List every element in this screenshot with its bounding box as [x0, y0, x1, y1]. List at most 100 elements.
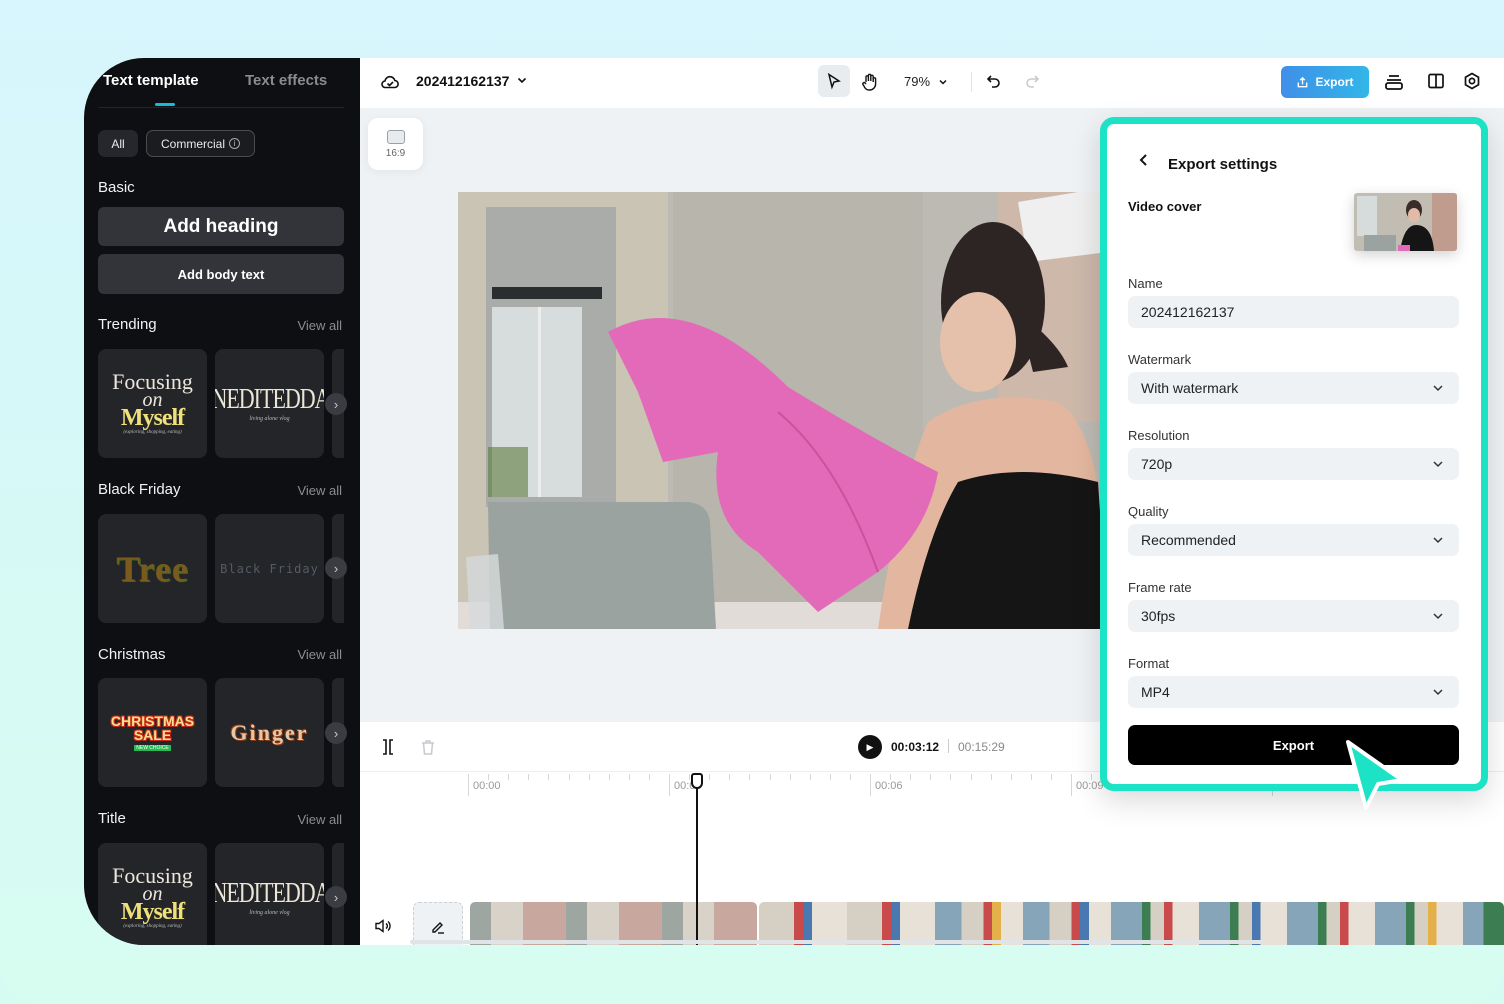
filter-commercial[interactable]: Commercial i — [146, 130, 255, 157]
template-card-tree[interactable]: Tree — [98, 514, 207, 623]
name-label: Name — [1128, 276, 1163, 291]
project-name[interactable]: 202412162137 — [416, 73, 509, 89]
project-menu-chevron-icon[interactable] — [516, 74, 528, 86]
name-value: 202412162137 — [1141, 304, 1235, 320]
edit-cover-button[interactable] — [413, 902, 463, 945]
settings-button[interactable] — [1462, 71, 1482, 91]
tab-text-template[interactable]: Text template — [103, 72, 199, 89]
video-frame-image — [458, 192, 1108, 629]
redo-icon — [1026, 75, 1040, 88]
section-black-friday-title: Black Friday — [98, 481, 181, 498]
speaker-icon — [375, 919, 391, 933]
split-button[interactable] — [380, 738, 396, 756]
ruler-minor-tick — [548, 774, 550, 780]
info-icon[interactable]: i — [229, 138, 240, 149]
filter-all[interactable]: All — [98, 130, 138, 157]
template-card-black-friday[interactable]: Black Friday — [215, 514, 324, 623]
name-input[interactable]: 202412162137 — [1128, 296, 1459, 328]
select-tool-button[interactable] — [818, 65, 850, 97]
playhead[interactable] — [696, 782, 698, 945]
timeline-scrollbar[interactable] — [410, 940, 1266, 944]
split-panel-icon — [1428, 73, 1444, 89]
trending-view-all[interactable]: View all — [297, 318, 342, 333]
chevron-right-icon: › — [333, 560, 339, 576]
current-time: 00:03:12 — [891, 740, 940, 754]
clip-frame — [847, 902, 935, 945]
export-top-label: Export — [1315, 75, 1354, 89]
video-preview[interactable] — [458, 192, 1108, 629]
mute-audio-button[interactable] — [374, 918, 392, 939]
quality-select[interactable]: Recommended — [1128, 524, 1459, 556]
video-clip-2[interactable] — [759, 902, 1504, 945]
ruler-label: 00:00 — [473, 780, 501, 792]
template-card-focusing[interactable]: Focusing on Myself (exploring, shopping,… — [98, 349, 207, 458]
black-friday-view-all[interactable]: View all — [297, 483, 342, 498]
export-top-button[interactable]: Export — [1281, 66, 1369, 98]
chevron-right-icon: › — [333, 725, 339, 741]
template-card-unedited[interactable]: UNEDITEDDAY living alone vlog — [215, 349, 324, 458]
hand-tool-button[interactable] — [858, 70, 882, 94]
export-settings-panel: Export settings Video cover Name 20241216… — [1100, 117, 1488, 791]
redo-button[interactable] — [1022, 72, 1042, 92]
scroll-right-button[interactable]: › — [325, 557, 347, 579]
title-view-all[interactable]: View all — [297, 812, 342, 827]
watermark-value: With watermark — [1141, 380, 1239, 396]
quality-label: Quality — [1128, 504, 1169, 519]
zoom-chevron-icon[interactable] — [938, 77, 948, 87]
christmas-view-all[interactable]: View all — [297, 647, 342, 662]
template-card-unedited[interactable]: UNEDITEDDAY living alone vlog — [215, 843, 324, 945]
scroll-right-button[interactable]: › — [325, 722, 347, 744]
frame-rate-select[interactable]: 30fps — [1128, 600, 1459, 632]
zoom-level-dropdown[interactable]: 79% — [904, 74, 930, 89]
clip-frame — [1375, 902, 1463, 945]
top-toolbar: 202412162137 79% Export — [360, 58, 1504, 108]
filter-commercial-label: Commercial — [160, 136, 225, 151]
video-cover-label: Video cover — [1128, 199, 1202, 214]
pointer-icon — [827, 72, 841, 90]
ruler-minor-tick — [950, 774, 952, 780]
scroll-right-button[interactable]: › — [325, 393, 347, 415]
clip-frame — [470, 902, 566, 945]
ruler-minor-tick — [930, 774, 932, 780]
play-button[interactable]: ▶ — [858, 735, 882, 759]
watermark-select[interactable]: With watermark — [1128, 372, 1459, 404]
clip-frame — [935, 902, 1023, 945]
tab-text-effects[interactable]: Text effects — [245, 72, 327, 89]
active-tab-indicator — [155, 103, 175, 106]
card-text: Ginger — [230, 719, 309, 745]
ruler-minor-tick — [910, 774, 912, 780]
format-select[interactable]: MP4 — [1128, 676, 1459, 708]
aspect-ratio-button[interactable]: 16:9 — [368, 118, 423, 170]
cloud-saved-icon — [380, 72, 400, 92]
clip-frame — [662, 902, 757, 945]
section-trending-title: Trending — [98, 316, 157, 333]
resolution-value: 720p — [1141, 456, 1173, 472]
play-icon: ▶ — [866, 741, 874, 752]
pencil-icon — [432, 921, 444, 934]
clip-frame — [1287, 902, 1375, 945]
watermark-label: Watermark — [1128, 352, 1192, 367]
template-card-focusing[interactable]: Focusing on Myself (exploring, shopping,… — [98, 843, 207, 945]
video-clip-1[interactable] — [470, 902, 757, 945]
add-body-text-button[interactable]: Add body text — [98, 254, 344, 294]
mouse-cursor-icon — [1340, 736, 1410, 821]
layers-button[interactable] — [1383, 71, 1405, 93]
resolution-select[interactable]: 720p — [1128, 448, 1459, 480]
filter-all-label: All — [111, 136, 125, 151]
template-card-christmas-sale[interactable]: CHRISTMAS SALE NEW CHOICE — [98, 678, 207, 787]
ruler-minor-tick — [689, 774, 691, 780]
ruler-minor-tick — [890, 774, 892, 780]
clip-frame — [566, 902, 662, 945]
scroll-right-button[interactable]: › — [325, 886, 347, 908]
ruler-minor-tick — [809, 774, 811, 780]
delete-button[interactable] — [420, 738, 436, 756]
video-cover-thumbnail[interactable] — [1354, 193, 1457, 251]
template-card-ginger[interactable]: Ginger — [215, 678, 324, 787]
add-heading-button[interactable]: Add heading — [98, 207, 344, 246]
playhead-handle[interactable] — [691, 773, 703, 789]
aspect-ratio-icon — [386, 129, 405, 144]
undo-button[interactable] — [984, 72, 1004, 92]
panel-layout-button[interactable] — [1426, 71, 1446, 91]
card-text: Myself — [120, 405, 185, 432]
back-button[interactable] — [1137, 152, 1151, 173]
